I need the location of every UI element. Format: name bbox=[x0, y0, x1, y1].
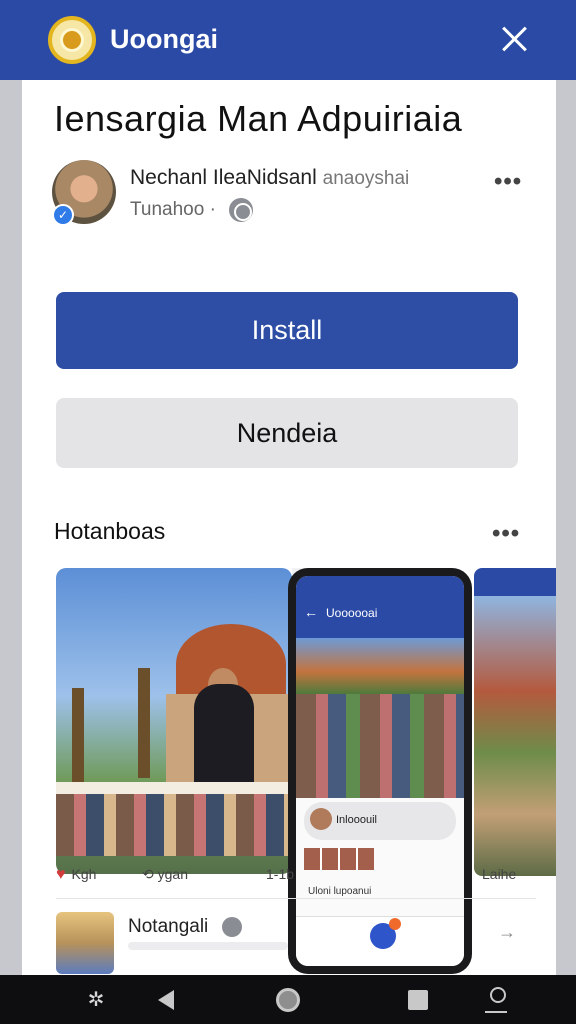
phone-photo-grid bbox=[296, 694, 464, 798]
back-icon[interactable] bbox=[136, 975, 196, 1024]
system-nav-bar: ✲ bbox=[0, 975, 576, 1024]
like-label: Kgh bbox=[71, 866, 97, 882]
phone-app-title: Uoooooai bbox=[326, 606, 378, 620]
related-app-name[interactable]: Notangali bbox=[128, 916, 242, 938]
verified-badge-icon: ✓ bbox=[52, 204, 74, 226]
count-label: 1-1b bbox=[266, 866, 295, 882]
top-bar: Uoongai bbox=[0, 0, 576, 80]
screenshot-1[interactable] bbox=[56, 568, 292, 874]
section-more-icon[interactable]: ••• bbox=[492, 520, 520, 548]
left-backdrop bbox=[0, 80, 22, 975]
related-badge-icon bbox=[221, 916, 242, 937]
back-arrow-icon: ← bbox=[304, 604, 318, 620]
app-install-screen: Uoongai Iensargia Man Adpuiriaia ✓ Necha… bbox=[0, 0, 576, 1024]
pinwheel-icon[interactable]: ✲ bbox=[66, 975, 126, 1024]
phone-app-bar: ← Uoooooai bbox=[296, 576, 464, 638]
palm-tree bbox=[138, 668, 150, 778]
app-detail-card: Iensargia Man Adpuiriaia ✓ Nechanl IleaN… bbox=[22, 80, 556, 975]
phone-fab-icon bbox=[370, 918, 401, 949]
secondary-button[interactable]: Nendeia bbox=[56, 398, 518, 468]
person-figure bbox=[194, 684, 254, 794]
arrow-right-icon[interactable]: → bbox=[498, 922, 516, 943]
phone-avatar bbox=[310, 808, 332, 830]
home-icon[interactable] bbox=[258, 975, 318, 1024]
related-app-thumbnail[interactable] bbox=[56, 912, 114, 974]
like-action[interactable]: ♥ Kgh bbox=[56, 866, 96, 884]
globe-icon bbox=[229, 198, 254, 222]
publisher-name-text: Nechanl IleaNidsanl bbox=[130, 166, 317, 189]
publisher-meta: Tunahoo · bbox=[130, 198, 254, 222]
close-icon[interactable] bbox=[498, 22, 532, 56]
right-label: Laihe bbox=[482, 866, 517, 882]
phone-banner-image bbox=[296, 638, 464, 694]
group-photo-strip bbox=[56, 794, 292, 856]
related-app-subtitle bbox=[128, 942, 288, 950]
heart-icon: ♥ bbox=[56, 866, 66, 883]
share-action[interactable]: ⟲ ygan bbox=[142, 866, 188, 883]
app-title: Iensargia Man Adpuiriaia bbox=[54, 98, 463, 139]
publisher-meta-text: Tunahoo · bbox=[130, 199, 216, 221]
recents-icon[interactable] bbox=[388, 975, 448, 1024]
screenshot-3[interactable] bbox=[474, 568, 556, 876]
share-label: ygan bbox=[157, 866, 188, 882]
right-backdrop bbox=[556, 80, 576, 975]
phone-bottom-nav bbox=[296, 916, 464, 966]
profile-icon[interactable] bbox=[466, 975, 526, 1024]
more-options-icon[interactable]: ••• bbox=[494, 168, 522, 196]
phone-bubble-text: Inlooouil bbox=[336, 814, 377, 826]
publisher-sub: anaoyshai bbox=[322, 168, 410, 189]
emblem-icon bbox=[48, 16, 96, 64]
related-app-name-text: Notangali bbox=[128, 916, 209, 937]
phone-screen: ← Uoooooai Inlooouil Uloni lupoanui bbox=[296, 576, 464, 966]
repost-icon: ⟲ bbox=[142, 866, 158, 882]
post-actions: ♥ Kgh ⟲ ygan 1-1b Laihe bbox=[56, 866, 536, 890]
app-name: Uoongai bbox=[110, 24, 218, 54]
section-title: Hotanboas bbox=[54, 518, 166, 544]
install-button[interactable]: Install bbox=[56, 292, 518, 369]
publisher-name[interactable]: Nechanl IleaNidsanl anaoyshai bbox=[130, 166, 409, 190]
divider bbox=[56, 898, 536, 899]
